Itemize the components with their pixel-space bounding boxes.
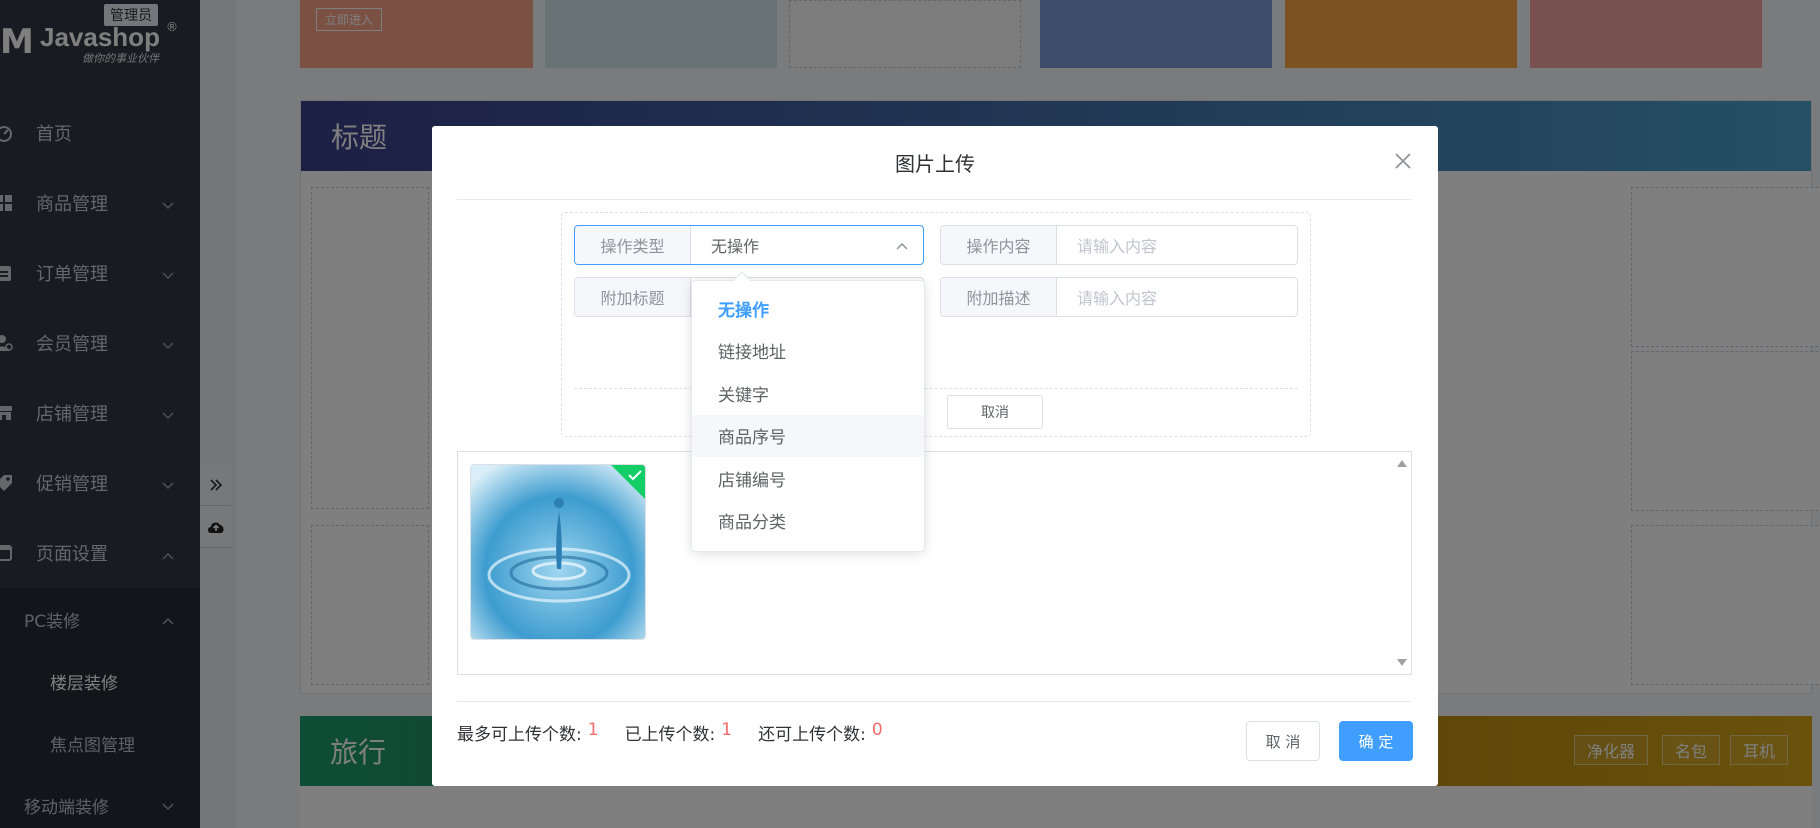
- action-type-label: 操作类型: [575, 226, 691, 264]
- dropdown-option-keyword[interactable]: 关键字: [692, 372, 924, 415]
- extra-desc-input[interactable]: 请输入内容: [1057, 278, 1297, 316]
- action-type-value: 无操作: [711, 237, 760, 256]
- scroll-up-arrow-icon[interactable]: [1397, 460, 1407, 467]
- upload-stats: 最多可上传个数: 1 已上传个数: 1 还可上传个数: 0: [457, 720, 909, 745]
- uploaded-value: 1: [721, 720, 733, 740]
- close-icon[interactable]: [1394, 152, 1412, 170]
- confirm-button[interactable]: 确 定: [1339, 721, 1413, 761]
- dropdown-option-category[interactable]: 商品分类: [692, 500, 924, 543]
- max-upload-label: 最多可上传个数:: [457, 725, 582, 745]
- action-content-field: 操作内容 请输入内容: [940, 225, 1298, 265]
- extra-desc-field: 附加描述 请输入内容: [940, 277, 1298, 317]
- uploaded-image[interactable]: [470, 464, 646, 640]
- dropdown-option-link[interactable]: 链接地址: [692, 330, 924, 373]
- chevron-up-icon: [896, 242, 908, 250]
- action-type-dropdown: 无操作 链接地址 关键字 商品序号 店铺编号 商品分类: [691, 271, 925, 552]
- dialog-title: 图片上传: [895, 152, 975, 176]
- dropdown-option-none[interactable]: 无操作: [692, 287, 924, 330]
- uploaded-images-area: [457, 451, 1412, 675]
- link-form: 操作类型 无操作 操作内容 请输入内容 附加标题 附加描述 请输入内容 取消: [561, 212, 1311, 437]
- image-upload-dialog: 图片上传 操作类型 无操作 操作内容 请输入内容 附加标题 附加描述 请输入内容…: [432, 126, 1438, 786]
- form-divider: [574, 388, 1298, 389]
- cancel-button[interactable]: 取 消: [1246, 721, 1320, 761]
- action-content-input[interactable]: 请输入内容: [1057, 226, 1297, 264]
- dropdown-option-shop-id[interactable]: 店铺编号: [692, 457, 924, 500]
- action-content-label: 操作内容: [941, 226, 1057, 264]
- extra-title-label: 附加标题: [575, 278, 691, 316]
- check-icon: [628, 470, 642, 481]
- dropdown-option-goods-sn[interactable]: 商品序号: [692, 414, 924, 457]
- form-cancel-button[interactable]: 取消: [947, 395, 1043, 429]
- action-type-select[interactable]: 操作类型 无操作: [574, 225, 924, 265]
- remaining-value: 0: [871, 720, 883, 740]
- scroll-down-arrow-icon[interactable]: [1397, 659, 1407, 666]
- max-upload-value: 1: [587, 720, 599, 740]
- dialog-divider: [457, 199, 1411, 200]
- extra-desc-label: 附加描述: [941, 278, 1057, 316]
- dialog-divider: [457, 701, 1411, 702]
- uploaded-label: 已上传个数:: [624, 725, 716, 745]
- remaining-label: 还可上传个数:: [758, 725, 866, 745]
